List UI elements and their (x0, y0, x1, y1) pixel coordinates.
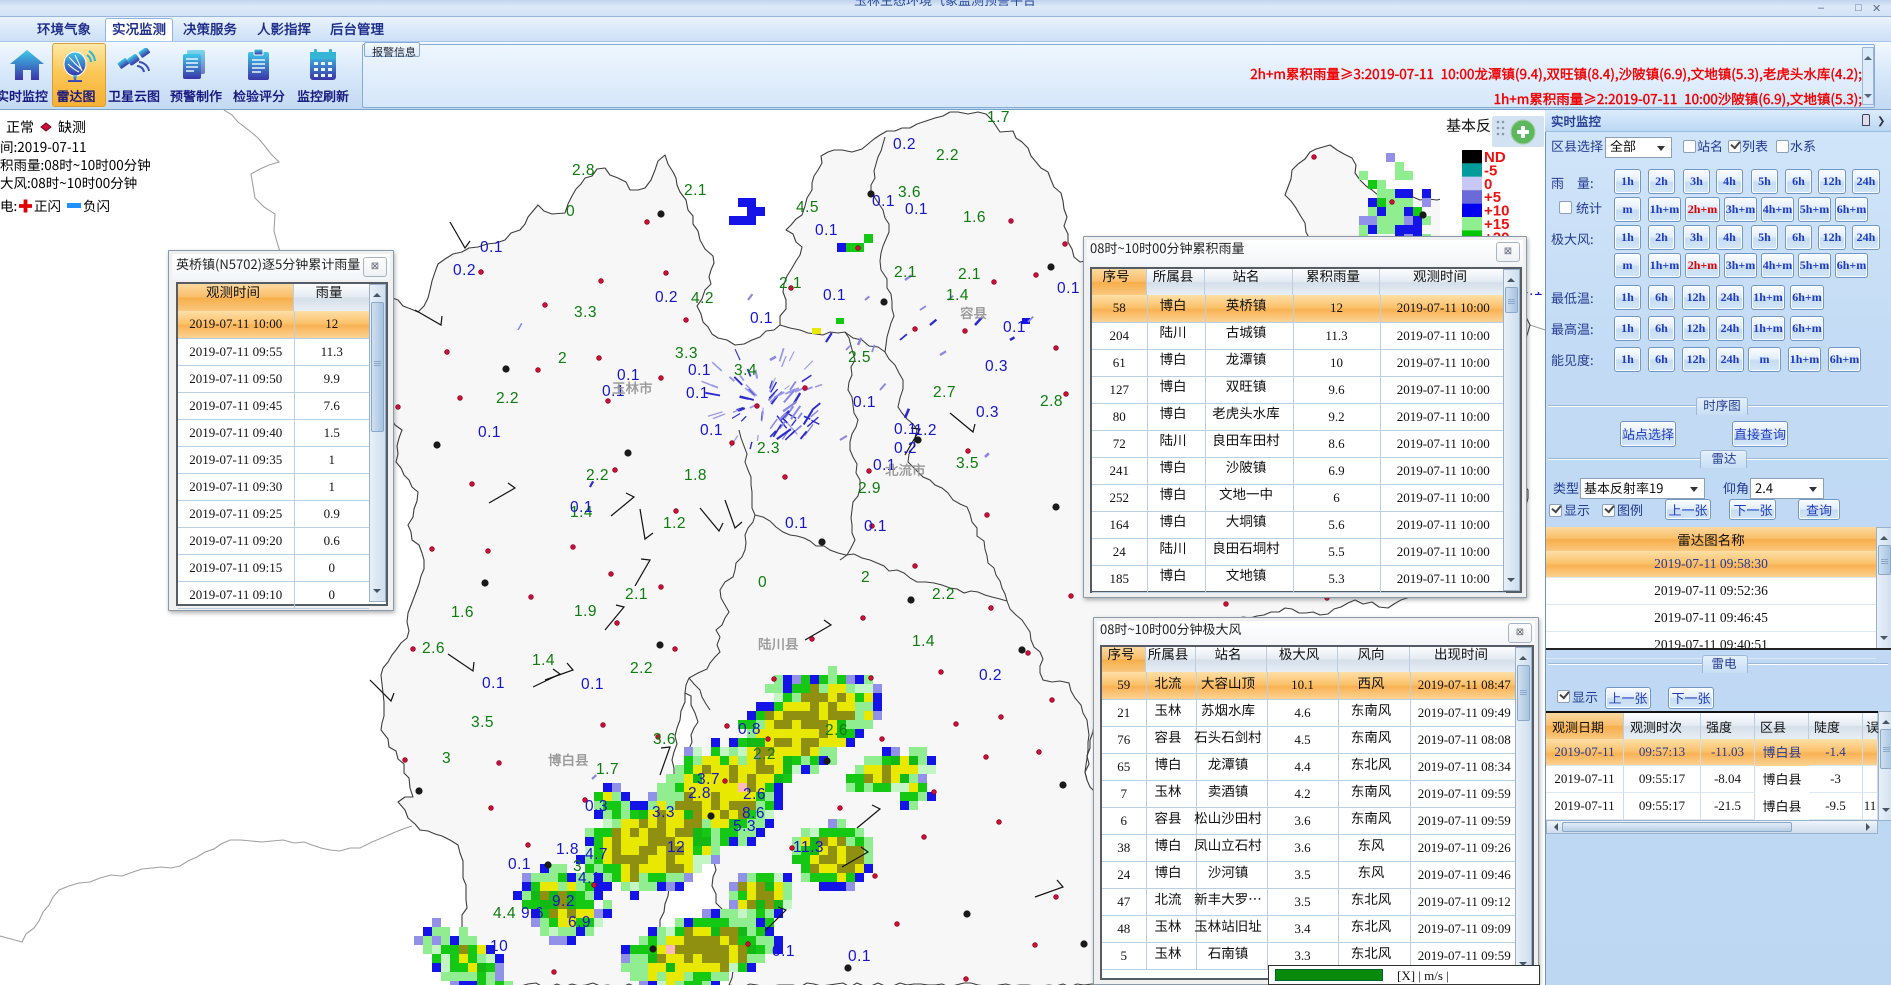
svg-text:0.3: 0.3 (976, 404, 999, 421)
svg-text:2: 2 (861, 569, 870, 586)
svg-text:4.4: 4.4 (493, 905, 516, 922)
svg-text:10: 10 (490, 938, 508, 955)
svg-text:2.8: 2.8 (572, 162, 595, 179)
svg-text:3.3: 3.3 (574, 304, 597, 321)
svg-text:0.3: 0.3 (985, 358, 1008, 375)
svg-text:0.1: 0.1 (688, 362, 711, 379)
svg-text:2.8: 2.8 (1040, 393, 1063, 410)
svg-text:1.6: 1.6 (451, 604, 474, 621)
svg-text:9.2: 9.2 (552, 893, 575, 910)
svg-text:2.6: 2.6 (825, 722, 848, 739)
svg-text:0.1: 0.1 (617, 367, 640, 384)
svg-text:3.3: 3.3 (652, 804, 675, 821)
svg-text:0.1: 0.1 (772, 943, 795, 960)
svg-text:2.6: 2.6 (743, 786, 766, 803)
svg-text:4.2: 4.2 (691, 290, 714, 307)
svg-text:2.3: 2.3 (757, 440, 780, 457)
svg-text:2.1: 2.1 (779, 275, 802, 292)
svg-text:0.1: 0.1 (848, 948, 871, 965)
svg-text:0.2: 0.2 (655, 289, 678, 306)
svg-text:0: 0 (758, 574, 767, 591)
svg-text:0.2: 0.2 (894, 440, 917, 457)
svg-text:0.1: 0.1 (686, 385, 709, 402)
svg-text:0.3: 0.3 (585, 798, 608, 815)
svg-text:0.1: 0.1 (480, 239, 503, 256)
svg-text:0.1: 0.1 (700, 422, 723, 439)
svg-text:0.1: 0.1 (823, 287, 846, 304)
svg-text:4.1: 4.1 (578, 870, 601, 887)
svg-text:1.4: 1.4 (532, 652, 555, 669)
svg-text:1.8: 1.8 (556, 841, 579, 858)
svg-text:0.1: 0.1 (1003, 319, 1026, 336)
svg-text:1.8: 1.8 (684, 467, 707, 484)
svg-text:2.2: 2.2 (586, 467, 609, 484)
svg-text:0.1: 0.1 (482, 675, 505, 692)
svg-text:0.1: 0.1 (872, 193, 895, 210)
svg-text:1.2: 1.2 (914, 422, 937, 439)
svg-text:3.4: 3.4 (734, 362, 757, 379)
svg-text:2: 2 (558, 350, 567, 367)
svg-text:9.6: 9.6 (521, 905, 544, 922)
svg-text:2.2: 2.2 (932, 586, 955, 603)
svg-text:2.1: 2.1 (684, 182, 707, 199)
svg-text:0.2: 0.2 (893, 136, 916, 153)
svg-text:0.2: 0.2 (453, 262, 476, 279)
svg-text:1.2: 1.2 (663, 515, 686, 532)
svg-text:0.1: 0.1 (602, 383, 625, 400)
svg-text:3.6: 3.6 (653, 731, 676, 748)
svg-text:2.1: 2.1 (958, 266, 981, 283)
svg-text:0.1: 0.1 (581, 676, 604, 693)
svg-text:0.1: 0.1 (853, 394, 876, 411)
svg-text:2.2: 2.2 (496, 390, 519, 407)
svg-text:0.1: 0.1 (905, 201, 928, 218)
svg-text:3.6: 3.6 (898, 184, 921, 201)
svg-text:0.1: 0.1 (750, 310, 773, 327)
svg-text:6.9: 6.9 (568, 914, 591, 931)
svg-text:1.4: 1.4 (912, 633, 935, 650)
svg-text:2.9: 2.9 (858, 480, 881, 497)
svg-text:3.3: 3.3 (675, 345, 698, 362)
svg-text:0.1: 0.1 (1057, 280, 1080, 297)
svg-text:2.5: 2.5 (848, 349, 871, 366)
svg-text:3.5: 3.5 (956, 455, 979, 472)
svg-text:1.6: 1.6 (963, 209, 986, 226)
svg-text:0.8: 0.8 (738, 721, 761, 738)
svg-text:0.1: 0.1 (785, 515, 808, 532)
svg-text:0.2: 0.2 (979, 667, 1002, 684)
svg-text:1.4: 1.4 (946, 287, 969, 304)
svg-text:2.7: 2.7 (933, 384, 956, 401)
svg-text:0.1: 0.1 (873, 457, 896, 474)
svg-text:12: 12 (667, 839, 685, 856)
svg-text:0.1: 0.1 (570, 499, 593, 516)
svg-text:1.7: 1.7 (987, 110, 1010, 126)
svg-text:1.9: 1.9 (574, 603, 597, 620)
svg-text:11.3: 11.3 (793, 839, 824, 856)
svg-text:4.7: 4.7 (585, 846, 608, 863)
svg-text:0.1: 0.1 (815, 222, 838, 239)
svg-text:2.1: 2.1 (894, 264, 917, 281)
svg-text:2.1: 2.1 (625, 586, 648, 603)
svg-text:3: 3 (442, 750, 451, 767)
svg-text:0.1: 0.1 (478, 424, 501, 441)
svg-text:0.1: 0.1 (508, 856, 531, 873)
svg-text:4.5: 4.5 (796, 199, 819, 216)
svg-text:0.1: 0.1 (864, 518, 887, 535)
svg-text:8.6: 8.6 (742, 805, 765, 822)
svg-text:1.7: 1.7 (596, 761, 619, 778)
svg-text:2.2: 2.2 (936, 147, 959, 164)
svg-text:0: 0 (566, 203, 575, 220)
svg-text:2.2: 2.2 (630, 660, 653, 677)
svg-text:3.5: 3.5 (471, 714, 494, 731)
svg-text:2.2: 2.2 (753, 746, 776, 763)
svg-text:2.6: 2.6 (422, 640, 445, 657)
svg-text:2.8: 2.8 (688, 785, 711, 802)
